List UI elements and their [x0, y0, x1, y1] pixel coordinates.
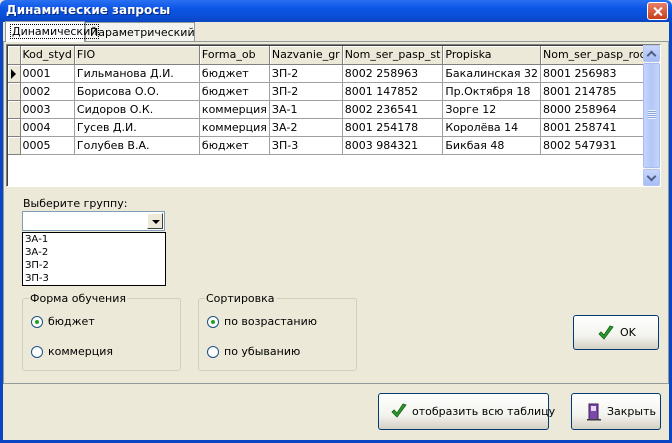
radio-descending-label[interactable]: по убыванию — [224, 345, 300, 358]
scroll-up-button[interactable] — [643, 45, 660, 62]
grid-cell[interactable]: Королёва 14 — [442, 118, 541, 137]
grid-cell[interactable]: 8001 214785 — [540, 82, 650, 101]
tab-dynamic-label: Динамический — [10, 24, 100, 39]
radio-commerce[interactable] — [31, 346, 43, 358]
door-exit-icon — [587, 403, 601, 421]
grid-cell[interactable]: 8002 547931 — [540, 136, 650, 155]
form-of-study-title: Форма обучения — [29, 292, 127, 305]
grid-table: Kod_styd FIO Forma_ob Nazvanie_gr Nom_se… — [8, 46, 650, 155]
tab-parametric[interactable]: Параметрический — [85, 22, 195, 41]
grid-cell[interactable]: ЗП-3 — [269, 136, 343, 155]
scroll-down-button[interactable] — [643, 169, 660, 186]
row-indicator[interactable] — [8, 100, 21, 119]
grid-cell[interactable]: 8002 258963 — [342, 64, 444, 83]
ok-button-label: OK — [620, 326, 636, 339]
row-indicator[interactable] — [8, 64, 21, 83]
grid-cell[interactable]: 8001 147852 — [342, 82, 444, 101]
tab-dynamic[interactable]: Динамический — [5, 21, 100, 42]
grid-cell[interactable]: ЗА-1 — [269, 100, 343, 119]
grid-cell[interactable]: 0005 — [20, 136, 75, 155]
grid-cell[interactable]: бюджет — [199, 82, 270, 101]
grid-cell[interactable]: 8001 256983 — [540, 64, 650, 83]
radio-ascending-label[interactable]: по возрастанию — [224, 315, 317, 328]
grid-cell[interactable]: 0004 — [20, 118, 75, 137]
grid-cell[interactable]: Бикбая 48 — [442, 136, 541, 155]
group-option[interactable]: ЗА-2 — [25, 247, 48, 259]
group-option[interactable]: ЗП-2 — [25, 260, 49, 272]
grid-cell[interactable]: 0001 — [20, 64, 75, 83]
grid-cell[interactable]: коммерция — [199, 118, 270, 137]
group-dropdown-list[interactable]: ЗА-1 ЗА-2 ЗП-2 ЗП-3 — [22, 232, 166, 286]
grid-cell[interactable]: бюджет — [199, 64, 270, 83]
column-header[interactable]: Nom_ser_pasp_st — [342, 46, 444, 65]
grid-header-row: Kod_styd FIO Forma_ob Nazvanie_gr Nom_se… — [8, 46, 650, 65]
group-select[interactable] — [22, 211, 165, 231]
close-form-button-label: Закрыть — [607, 405, 656, 418]
radio-budget-label[interactable]: бюджет — [48, 315, 95, 328]
ok-button[interactable]: OK — [573, 315, 659, 350]
scroll-grip-icon — [648, 110, 656, 119]
chevron-down-icon[interactable] — [147, 213, 163, 229]
grid-corner-cell — [8, 46, 21, 65]
grid-cell[interactable]: Сидоров О.К. — [74, 100, 200, 119]
column-header[interactable]: Nom_ser_pasp_rod — [540, 46, 650, 65]
grid-cell[interactable]: 8001 258741 — [540, 118, 650, 137]
sort-title: Сортировка — [205, 292, 276, 305]
radio-commerce-label[interactable]: коммерция — [48, 345, 113, 358]
close-form-button[interactable]: Закрыть — [571, 393, 661, 430]
column-header[interactable]: FIO — [74, 46, 200, 65]
table-row[interactable]: 0003 Сидоров О.К. коммерция ЗА-1 8002 23… — [8, 100, 650, 119]
grid-cell[interactable]: Гусев Д.И. — [74, 118, 200, 137]
grid-cell[interactable]: 8003 984321 — [342, 136, 444, 155]
grid-cell[interactable]: ЗП-2 — [269, 82, 343, 101]
grid-cell[interactable]: 0002 — [20, 82, 75, 101]
row-indicator[interactable] — [8, 136, 21, 155]
grid-cell[interactable]: ЗП-2 — [269, 64, 343, 83]
grid-cell[interactable]: бюджет — [199, 136, 270, 155]
sort-group — [198, 298, 357, 371]
scroll-thumb[interactable] — [643, 63, 660, 168]
data-grid[interactable]: Kod_styd FIO Forma_ob Nazvanie_gr Nom_se… — [6, 44, 661, 187]
grid-cell[interactable]: 0003 — [20, 100, 75, 119]
current-row-arrow-icon — [11, 68, 16, 79]
grid-cell[interactable]: 8000 258964 — [540, 100, 650, 119]
table-row[interactable]: 0001 Гильманова Д.И. бюджет ЗП-2 8002 25… — [8, 64, 650, 83]
row-indicator[interactable] — [8, 118, 21, 137]
radio-descending[interactable] — [207, 346, 219, 358]
vertical-scrollbar[interactable] — [643, 45, 660, 186]
grid-cell[interactable]: Зорге 12 — [442, 100, 541, 119]
show-all-table-button-label: отобразить всю таблицу — [412, 405, 556, 418]
grid-cell[interactable]: Борисова О.О. — [74, 82, 200, 101]
radio-budget[interactable] — [31, 316, 43, 328]
window-title: Динамические запросы — [6, 3, 171, 17]
group-option[interactable]: ЗП-3 — [25, 273, 49, 285]
grid-cell[interactable]: Гильманова Д.И. — [74, 64, 200, 83]
column-header[interactable]: Forma_ob — [199, 46, 270, 65]
grid-cell[interactable]: Голубев В.А. — [74, 136, 200, 155]
show-all-table-button[interactable]: отобразить всю таблицу — [378, 393, 555, 430]
row-indicator[interactable] — [8, 82, 21, 101]
radio-ascending[interactable] — [207, 316, 219, 328]
check-icon — [598, 325, 614, 340]
table-row[interactable]: 0002 Борисова О.О. бюджет ЗП-2 8001 1478… — [8, 82, 650, 101]
tab-parametric-label: Параметрический — [90, 26, 195, 39]
grid-cell[interactable]: 8001 254178 — [342, 118, 444, 137]
table-row[interactable]: 0005 Голубев В.А. бюджет ЗП-3 8003 98432… — [8, 136, 650, 155]
column-header[interactable]: Kod_styd — [20, 46, 75, 65]
grid-cell[interactable]: коммерция — [199, 100, 270, 119]
check-icon — [391, 403, 407, 418]
group-select-label: Выберите группу: — [23, 197, 128, 210]
column-header[interactable]: Nazvanie_gr — [269, 46, 343, 65]
form-of-study-group — [22, 298, 181, 371]
window-close-button[interactable] — [647, 2, 668, 20]
grid-cell[interactable]: Бакалинская 32 — [442, 64, 541, 83]
grid-cell[interactable]: Пр.Октября 18 — [442, 82, 541, 101]
table-row[interactable]: 0004 Гусев Д.И. коммерция ЗА-2 8001 2541… — [8, 118, 650, 137]
grid-cell[interactable]: ЗА-2 — [269, 118, 343, 137]
column-header[interactable]: Propiska — [442, 46, 541, 65]
grid-cell[interactable]: 8002 236541 — [342, 100, 444, 119]
group-option[interactable]: ЗА-1 — [25, 234, 48, 246]
